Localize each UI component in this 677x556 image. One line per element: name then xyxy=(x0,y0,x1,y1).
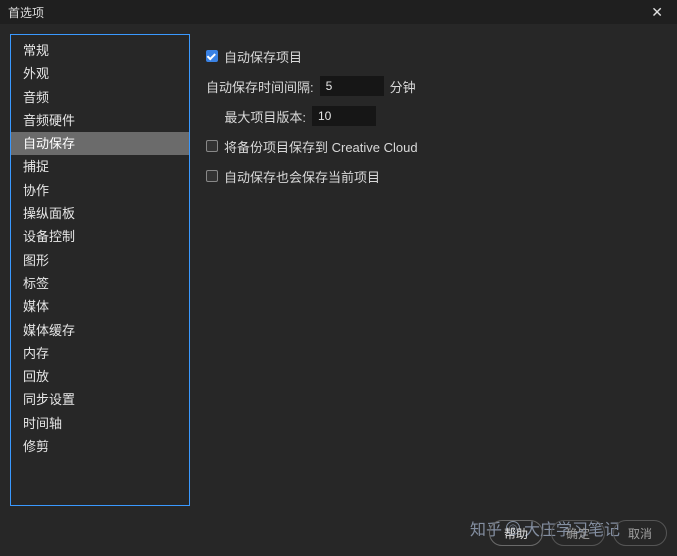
sidebar-item-device-control[interactable]: 设备控制 xyxy=(11,225,189,248)
row-also-save-current: 自动保存也会保存当前项目 xyxy=(206,164,667,188)
row-interval: 自动保存时间间隔: 分钟 xyxy=(206,74,667,98)
label-backup-cc: 将备份项目保存到 Creative Cloud xyxy=(224,137,418,156)
checkbox-backup-cc[interactable] xyxy=(206,140,218,152)
label-also-save-current: 自动保存也会保存当前项目 xyxy=(224,167,380,186)
window-title: 首选项 xyxy=(8,4,44,21)
sidebar-item-timeline[interactable]: 时间轴 xyxy=(11,412,189,435)
help-button[interactable]: 帮助 xyxy=(489,520,543,546)
sidebar-item-media-cache[interactable]: 媒体缓存 xyxy=(11,319,189,342)
ok-button[interactable]: 确定 xyxy=(551,520,605,546)
sidebar-item-appearance[interactable]: 外观 xyxy=(11,62,189,85)
sidebar-item-control-surface[interactable]: 操纵面板 xyxy=(11,202,189,225)
label-interval: 自动保存时间间隔: xyxy=(206,77,314,96)
label-auto-save: 自动保存项目 xyxy=(224,47,302,66)
cancel-button[interactable]: 取消 xyxy=(613,520,667,546)
sidebar-item-general[interactable]: 常规 xyxy=(11,39,189,62)
sidebar-item-auto-save[interactable]: 自动保存 xyxy=(11,132,189,155)
input-interval[interactable] xyxy=(320,76,384,96)
label-interval-unit: 分钟 xyxy=(390,77,416,96)
row-max-versions: 最大项目版本: xyxy=(206,104,667,128)
checkbox-auto-save[interactable] xyxy=(206,50,218,62)
content-panel: 自动保存项目 自动保存时间间隔: 分钟 最大项目版本: 将备份项目保存到 Cre… xyxy=(190,34,667,514)
checkbox-also-save-current[interactable] xyxy=(206,170,218,182)
sidebar-item-media[interactable]: 媒体 xyxy=(11,295,189,318)
row-auto-save-enabled: 自动保存项目 xyxy=(206,44,667,68)
label-max-versions: 最大项目版本: xyxy=(206,107,306,126)
sidebar-item-sync-settings[interactable]: 同步设置 xyxy=(11,388,189,411)
sidebar-item-graphics[interactable]: 图形 xyxy=(11,249,189,272)
close-icon[interactable]: ✕ xyxy=(645,5,669,19)
titlebar: 首选项 ✕ xyxy=(0,0,677,24)
sidebar-item-capture[interactable]: 捕捉 xyxy=(11,155,189,178)
row-backup-cc: 将备份项目保存到 Creative Cloud xyxy=(206,134,667,158)
sidebar-item-audio[interactable]: 音频 xyxy=(11,86,189,109)
input-max-versions[interactable] xyxy=(312,106,376,126)
sidebar-item-audio-hardware[interactable]: 音频硬件 xyxy=(11,109,189,132)
sidebar-item-playback[interactable]: 回放 xyxy=(11,365,189,388)
footer: 帮助 确定 取消 xyxy=(489,520,667,546)
sidebar-item-labels[interactable]: 标签 xyxy=(11,272,189,295)
sidebar-item-trim[interactable]: 修剪 xyxy=(11,435,189,458)
main-area: 常规 外观 音频 音频硬件 自动保存 捕捉 协作 操纵面板 设备控制 图形 标签… xyxy=(0,24,677,514)
sidebar-item-memory[interactable]: 内存 xyxy=(11,342,189,365)
sidebar-item-collaboration[interactable]: 协作 xyxy=(11,179,189,202)
sidebar: 常规 外观 音频 音频硬件 自动保存 捕捉 协作 操纵面板 设备控制 图形 标签… xyxy=(10,34,190,506)
